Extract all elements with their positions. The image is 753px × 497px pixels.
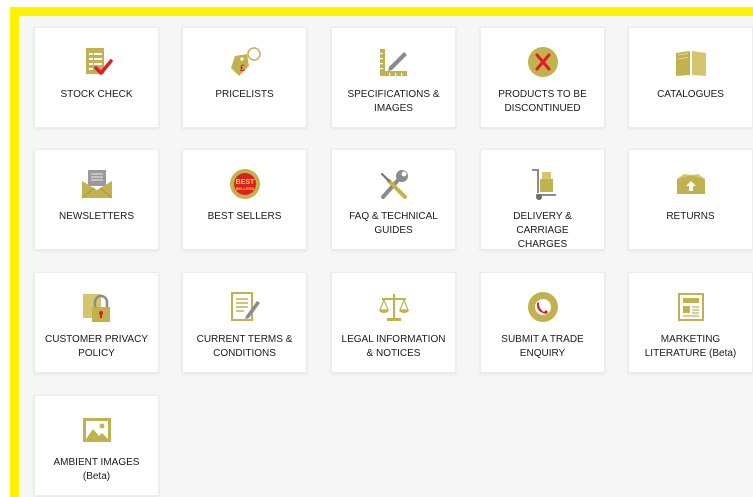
discontinued-x-icon (526, 45, 560, 79)
newspaper-icon (674, 290, 708, 324)
badge-subtext: SELLERS (235, 186, 254, 191)
envelope-icon (80, 167, 114, 201)
hand-truck-icon (526, 167, 560, 201)
tile-label: PRICELISTS (215, 89, 274, 100)
tile-label: FAQ & TECHNICAL GUIDES (349, 211, 438, 236)
tile-ambient-images[interactable]: AMBIENT IMAGES (Beta) (34, 395, 159, 496)
tile-label: BEST SELLERS (207, 211, 282, 222)
tile-label: DELIVERY & CARRIAGE CHARGES (513, 211, 572, 250)
tile-label: SPECIFICATIONS & IMAGES (347, 89, 440, 114)
tile-delivery-carriage[interactable]: DELIVERY & CARRIAGE CHARGES (480, 149, 605, 250)
tile-label: AMBIENT IMAGES (Beta) (53, 457, 140, 482)
phone-circle-icon (526, 290, 560, 324)
tile-current-terms-conditions[interactable]: CURRENT TERMS & CONDITIONS (182, 272, 307, 373)
tile-submit-trade-enquiry[interactable]: SUBMIT A TRADE ENQUIRY (480, 272, 605, 373)
tile-customer-privacy-policy[interactable]: CUSTOMER PRIVACY POLICY (34, 272, 159, 373)
document-pen-icon (228, 290, 262, 324)
tile-label: RETURNS (666, 211, 715, 222)
tile-stock-check[interactable]: STOCK CHECK (34, 27, 159, 128)
return-box-icon (674, 167, 708, 201)
tile-label: NEWSLETTERS (58, 211, 134, 222)
tile-faq-technical-guides[interactable]: FAQ & TECHNICAL GUIDES (331, 149, 456, 250)
price-tag-icon: £ (228, 45, 262, 79)
tile-label: CUSTOMER PRIVACY POLICY (45, 334, 148, 359)
best-sellers-badge-icon: BEST SELLERS (228, 167, 262, 201)
checklist-icon (80, 45, 114, 79)
ruler-pencil-icon (377, 45, 411, 79)
scales-icon (377, 290, 411, 324)
tile-catalogues[interactable]: CATALOGUES (628, 27, 753, 128)
wrench-screwdriver-icon (377, 167, 411, 201)
padlock-icon (80, 290, 114, 324)
tile-products-discontinued[interactable]: PRODUCTS TO BE DISCONTINUED (480, 27, 605, 128)
tile-label: STOCK CHECK (60, 89, 133, 100)
open-book-icon (674, 45, 708, 79)
tile-returns[interactable]: RETURNS (628, 149, 753, 250)
tile-best-sellers[interactable]: BEST SELLERS BEST SELLERS (182, 149, 307, 250)
svg-text:£: £ (240, 63, 245, 73)
tile-pricelists[interactable]: £ PRICELISTS (182, 27, 307, 128)
tile-label: MARKETING LITERATURE (Beta) (644, 334, 737, 359)
tiles-panel: STOCK CHECK £ PRICELISTS SPECIFICATIONS … (10, 7, 753, 497)
tile-legal-information-notices[interactable]: LEGAL INFORMATION & NOTICES (331, 272, 456, 373)
badge-text: BEST (235, 179, 254, 186)
tile-newsletters[interactable]: NEWSLETTERS (34, 149, 159, 250)
landscape-image-icon (80, 413, 114, 447)
tile-label: LEGAL INFORMATION & NOTICES (341, 334, 446, 359)
tile-label: CURRENT TERMS & CONDITIONS (196, 334, 293, 359)
tile-label: SUBMIT A TRADE ENQUIRY (501, 334, 584, 359)
tile-specifications-images[interactable]: SPECIFICATIONS & IMAGES (331, 27, 456, 128)
tile-label: CATALOGUES (657, 89, 724, 100)
tile-label: PRODUCTS TO BE DISCONTINUED (498, 89, 587, 114)
tile-marketing-literature[interactable]: MARKETING LITERATURE (Beta) (628, 272, 753, 373)
